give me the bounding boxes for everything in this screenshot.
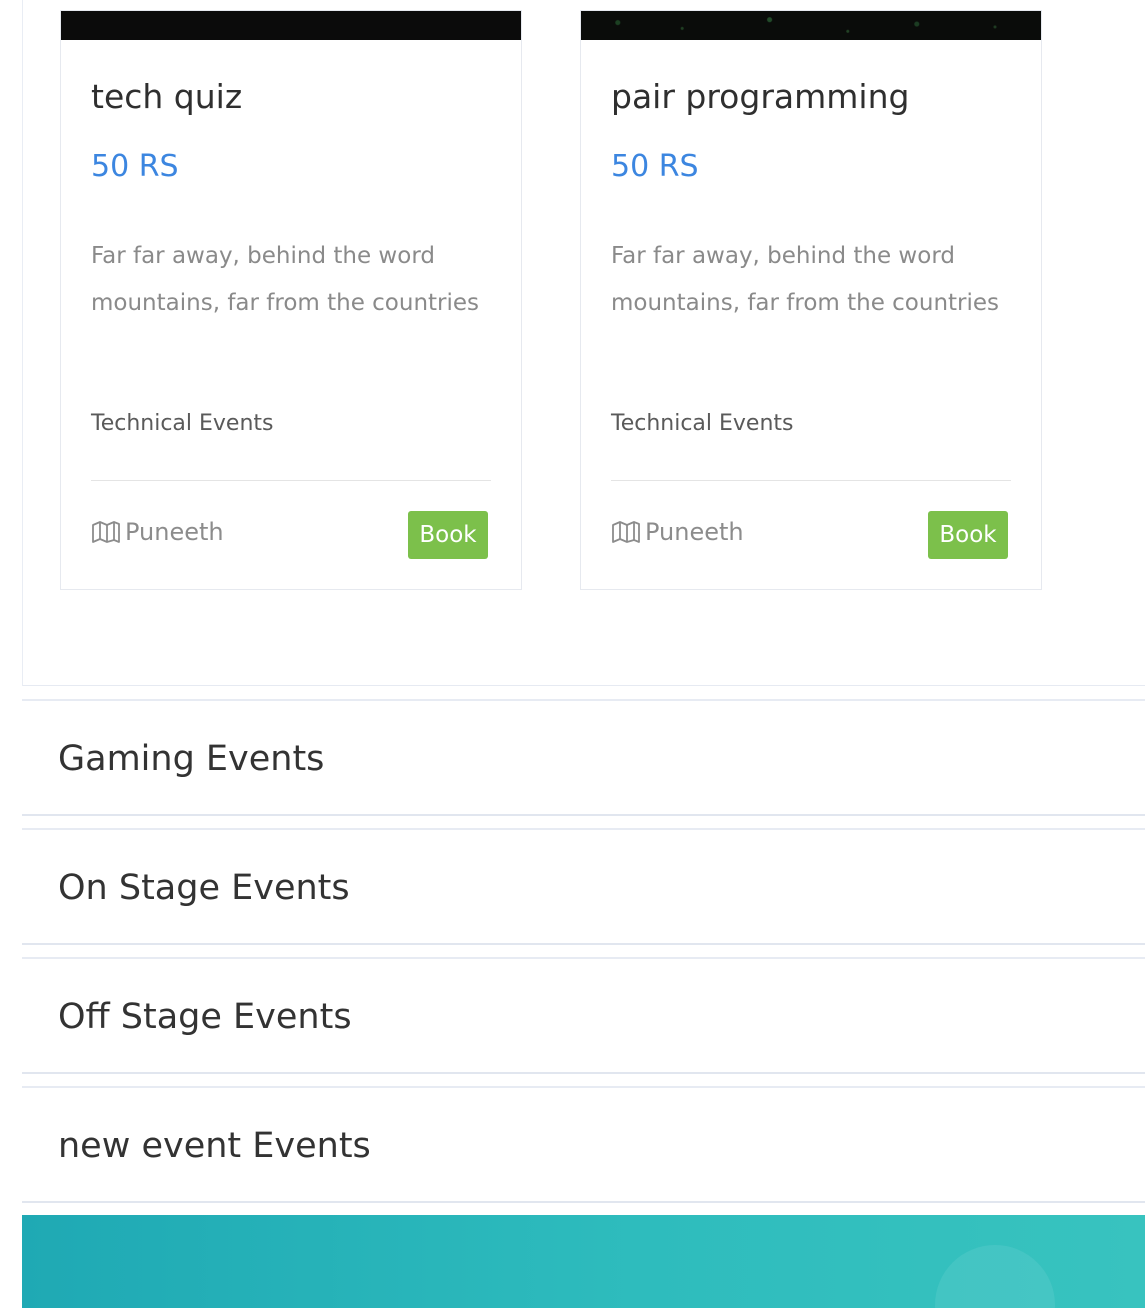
category-label: Gaming Events xyxy=(58,739,325,779)
book-button[interactable]: Book xyxy=(928,511,1008,559)
category-on-stage-events[interactable]: On Stage Events xyxy=(22,828,1145,945)
category-new-event-events[interactable]: new event Events xyxy=(22,1086,1145,1203)
category-off-stage-events[interactable]: Off Stage Events xyxy=(22,957,1145,1074)
event-category: Technical Events xyxy=(91,411,274,436)
footer-decoration xyxy=(935,1245,1055,1308)
event-host: Puneeth xyxy=(91,518,224,546)
category-gaming-events[interactable]: Gaming Events xyxy=(22,699,1145,816)
category-label: new event Events xyxy=(58,1126,371,1166)
event-card-image[interactable] xyxy=(581,11,1041,40)
book-button[interactable]: Book xyxy=(408,511,488,559)
event-host-name: Puneeth xyxy=(645,518,744,546)
event-price: 50 RS xyxy=(611,149,699,184)
event-description: Far far away, behind the word mountains,… xyxy=(91,243,480,316)
event-host-name: Puneeth xyxy=(125,518,224,546)
category-label: On Stage Events xyxy=(58,868,350,908)
event-category: Technical Events xyxy=(611,411,794,436)
event-card-tech-quiz: tech quiz 50 RS Far far away, behind the… xyxy=(60,10,522,590)
map-icon xyxy=(612,521,640,543)
card-divider xyxy=(91,480,491,481)
category-label: Off Stage Events xyxy=(58,997,352,1037)
map-icon xyxy=(92,521,120,543)
event-host: Puneeth xyxy=(611,518,744,546)
event-description: Far far away, behind the word mountains,… xyxy=(611,243,1000,316)
event-title[interactable]: tech quiz xyxy=(91,77,242,116)
card-divider xyxy=(611,480,1011,481)
event-card-image[interactable] xyxy=(61,11,521,40)
footer-band xyxy=(22,1215,1145,1308)
events-page: tech quiz 50 RS Far far away, behind the… xyxy=(0,0,1145,1308)
event-card-pair-programming: pair programming 50 RS Far far away, beh… xyxy=(580,10,1042,590)
event-price: 50 RS xyxy=(91,149,179,184)
event-title[interactable]: pair programming xyxy=(611,77,909,116)
